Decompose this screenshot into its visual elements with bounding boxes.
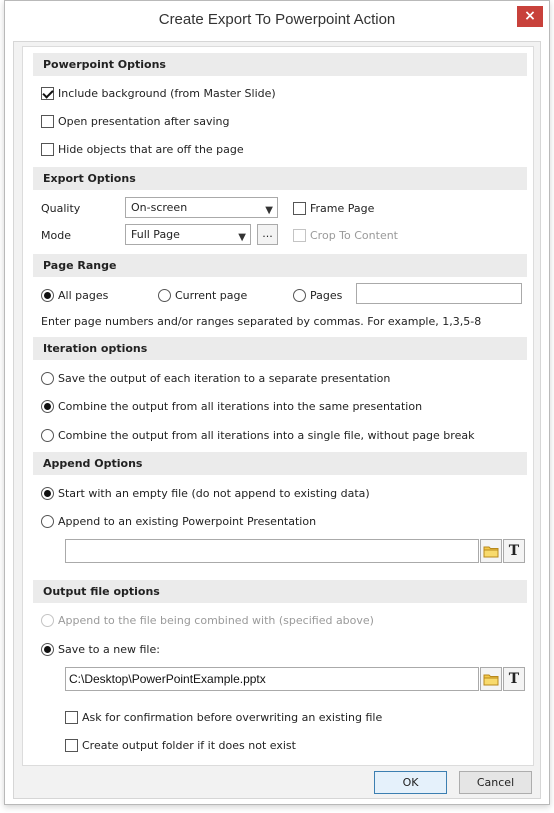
checkbox-box[interactable] [65, 710, 78, 724]
folder-icon [483, 674, 499, 685]
frame-page-label: Frame Page [310, 201, 375, 215]
crop-to-content-checkbox[interactable]: Crop To Content [293, 226, 398, 244]
checkbox-box[interactable] [293, 228, 306, 242]
section-powerpoint-options: Powerpoint Options [33, 53, 527, 76]
crop-to-content-label: Crop To Content [310, 228, 398, 242]
section-iteration-options: Iteration options [33, 337, 527, 360]
pages-input[interactable] [356, 283, 522, 304]
section-output-file-options: Output file options [33, 580, 527, 603]
radio-circle[interactable] [293, 288, 306, 302]
append-combined-label: Append to the file being combined with (… [58, 613, 374, 627]
ask-confirmation-checkbox[interactable]: Ask for confirmation before overwriting … [65, 708, 382, 726]
iteration-single-file-label: Combine the output from all iterations i… [58, 428, 475, 442]
section-export-options: Export Options [33, 167, 527, 190]
dialog-title: Create Export To Powerpoint Action [158, 11, 396, 28]
all-pages-radio[interactable]: All pages [41, 286, 108, 304]
include-background-label: Include background (from Master Slide) [58, 86, 276, 100]
pages-radio[interactable]: Pages [293, 286, 342, 304]
radio-circle[interactable] [41, 642, 54, 656]
chevron-down-icon: ▼ [265, 205, 273, 216]
open-after-saving-label: Open presentation after saving [58, 114, 230, 128]
quality-value: On-screen [131, 201, 188, 214]
hide-offpage-label: Hide objects that are off the page [58, 142, 244, 156]
checkbox-box[interactable] [41, 114, 54, 128]
append-template-button[interactable]: T [503, 539, 525, 563]
radio-circle[interactable] [41, 428, 54, 442]
current-page-label: Current page [175, 288, 248, 302]
radio-circle[interactable] [41, 514, 54, 528]
all-pages-label: All pages [58, 288, 109, 302]
checkbox-box[interactable] [41, 142, 54, 156]
pages-label: Pages [310, 288, 343, 302]
iteration-combine-label: Combine the output from all iterations i… [58, 399, 423, 413]
save-new-file-label: Save to a new file: [58, 642, 160, 656]
mode-value: Full Page [131, 228, 180, 241]
ok-button[interactable]: OK [374, 771, 447, 794]
append-browse-button[interactable] [480, 539, 502, 563]
cancel-button[interactable]: Cancel [459, 771, 532, 794]
checkbox-box[interactable] [41, 86, 54, 100]
iteration-separate-label: Save the output of each iteration to a s… [58, 371, 391, 385]
append-empty-label: Start with an empty file (do not append … [58, 486, 370, 500]
mode-settings-button[interactable]: ... [257, 224, 278, 245]
text-template-icon: T [508, 671, 520, 687]
chevron-down-icon: ▼ [238, 232, 246, 243]
page-range-hint: Enter page numbers and/or ranges separat… [41, 315, 482, 328]
checkbox-box[interactable] [65, 738, 78, 752]
output-template-button[interactable]: T [503, 667, 525, 691]
create-folder-label: Create output folder if it does not exis… [82, 738, 296, 752]
radio-circle[interactable] [41, 486, 54, 500]
title-bar: Create Export To Powerpoint Action × [5, 1, 549, 41]
mode-label: Mode [41, 228, 71, 242]
checkbox-box[interactable] [293, 201, 306, 215]
current-page-radio[interactable]: Current page [158, 286, 247, 304]
radio-circle[interactable] [41, 613, 54, 627]
quality-select[interactable]: On-screen ▼ [125, 197, 278, 218]
section-page-range: Page Range [33, 254, 527, 277]
create-folder-checkbox[interactable]: Create output folder if it does not exis… [65, 736, 296, 754]
quality-label: Quality [41, 201, 81, 215]
radio-circle[interactable] [41, 288, 54, 302]
append-existing-radio[interactable]: Append to an existing Powerpoint Present… [41, 512, 316, 530]
output-browse-button[interactable] [480, 667, 502, 691]
output-path-input[interactable]: C:\Desktop\PowerPointExample.pptx [65, 667, 479, 691]
radio-circle[interactable] [41, 399, 54, 413]
text-template-icon: T [508, 543, 520, 559]
hide-offpage-checkbox[interactable]: Hide objects that are off the page [41, 140, 244, 158]
save-new-file-radio[interactable]: Save to a new file: [41, 640, 160, 658]
dialog-window: Create Export To Powerpoint Action × Pow… [4, 0, 550, 805]
options-panel: Powerpoint Options Include background (f… [22, 46, 534, 766]
include-background-checkbox[interactable]: Include background (from Master Slide) [41, 84, 276, 102]
folder-icon [483, 546, 499, 557]
open-after-saving-checkbox[interactable]: Open presentation after saving [41, 112, 230, 130]
iteration-single-file-radio[interactable]: Combine the output from all iterations i… [41, 426, 474, 444]
radio-circle[interactable] [158, 288, 171, 302]
section-append-options: Append Options [33, 452, 527, 475]
mode-select[interactable]: Full Page ▼ [125, 224, 251, 245]
append-empty-radio[interactable]: Start with an empty file (do not append … [41, 484, 370, 502]
iteration-combine-radio[interactable]: Combine the output from all iterations i… [41, 397, 422, 415]
frame-page-checkbox[interactable]: Frame Page [293, 199, 374, 217]
append-existing-label: Append to an existing Powerpoint Present… [58, 514, 317, 528]
ask-confirmation-label: Ask for confirmation before overwriting … [82, 710, 383, 724]
dialog-client: Powerpoint Options Include background (f… [13, 41, 541, 799]
append-combined-radio[interactable]: Append to the file being combined with (… [41, 611, 374, 629]
iteration-separate-radio[interactable]: Save the output of each iteration to a s… [41, 369, 390, 387]
append-path-input[interactable] [65, 539, 479, 563]
close-button[interactable]: × [517, 6, 543, 27]
radio-circle[interactable] [41, 371, 54, 385]
